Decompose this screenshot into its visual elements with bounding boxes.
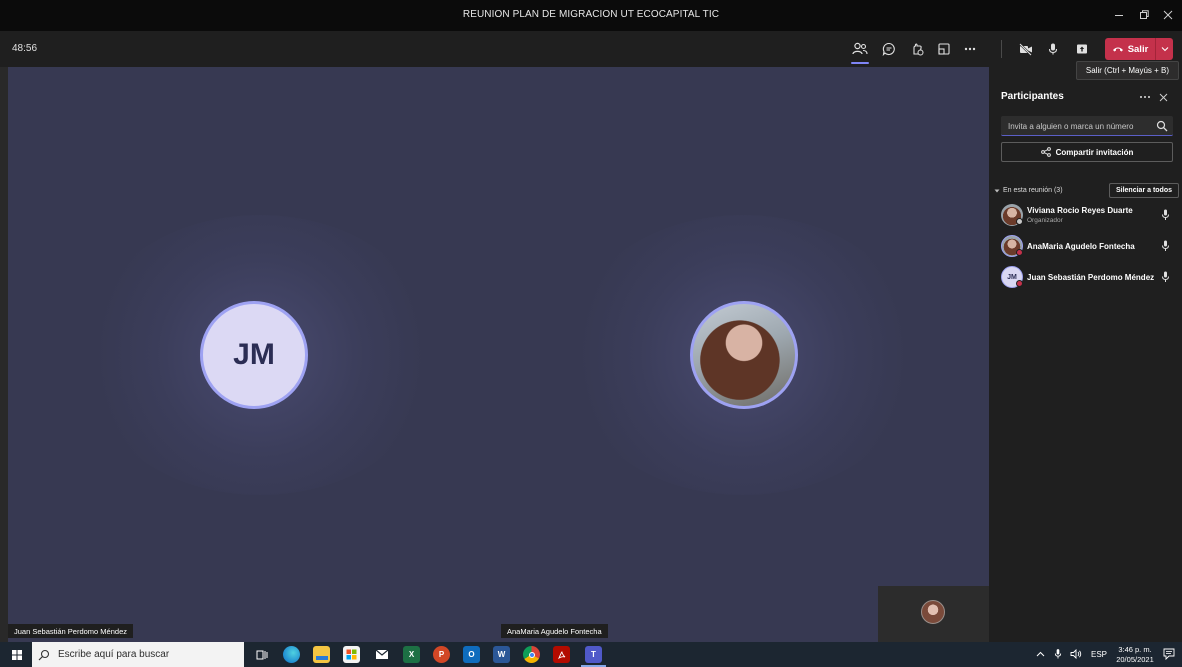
self-view[interactable]	[878, 586, 989, 642]
mic-icon[interactable]	[1054, 648, 1062, 662]
more-icon[interactable]	[1138, 91, 1152, 103]
language-indicator[interactable]: ESP	[1091, 650, 1107, 659]
more-icon[interactable]	[958, 37, 982, 61]
mic-icon	[1162, 240, 1169, 251]
taskbar-search[interactable]: Escribe aquí para buscar	[32, 642, 244, 667]
leave-label: Salir	[1127, 43, 1149, 55]
windows-start-icon[interactable]	[12, 650, 22, 660]
participant-avatar-photo[interactable]	[690, 301, 798, 409]
tile-name-label: Juan Sebastián Perdomo Méndez	[8, 624, 133, 638]
mute-all-button[interactable]: Silenciar a todos	[1109, 183, 1179, 198]
taskbar: Escribe aquí para buscar X P O W T ESP 3…	[0, 642, 1182, 667]
invite-input[interactable]	[1008, 116, 1148, 136]
participants-panel: Participantes Compartir invitación En es…	[989, 67, 1182, 642]
status-dot	[1016, 280, 1023, 287]
section-label: En esta reunión (3)	[1003, 187, 1063, 194]
participants-icon[interactable]	[848, 37, 872, 64]
leave-button-group: Salir	[1105, 38, 1173, 60]
acrobat-icon[interactable]	[553, 646, 570, 663]
store-icon[interactable]	[343, 646, 360, 663]
participant-row[interactable]: JM Juan Sebastián Perdomo Méndez	[1001, 265, 1176, 291]
meeting-timer: 48:56	[12, 43, 38, 54]
outlook-icon[interactable]: O	[463, 646, 480, 663]
close-icon[interactable]	[1157, 91, 1169, 103]
clock-time: 3:46 p. m.	[1118, 645, 1152, 654]
participant-name: Viviana Rocio Reyes Duarte	[1027, 206, 1133, 215]
mail-icon[interactable]	[373, 646, 390, 663]
share-invite-button[interactable]: Compartir invitación	[1001, 142, 1173, 162]
camera-off-icon[interactable]	[1014, 37, 1038, 61]
self-avatar	[921, 600, 945, 624]
word-icon[interactable]: W	[493, 646, 510, 663]
minimize-icon[interactable]	[1107, 4, 1131, 26]
leave-tooltip: Salir (Ctrl + Mayús + B)	[1076, 61, 1179, 80]
chevron-down-icon[interactable]	[1156, 38, 1173, 60]
chevron-up-icon[interactable]	[1036, 650, 1045, 659]
invite-field[interactable]	[1001, 116, 1173, 136]
edge-icon[interactable]	[283, 646, 300, 663]
status-dot	[1016, 218, 1023, 225]
leave-button[interactable]: Salir	[1105, 38, 1155, 60]
participant-role: Organizador	[1027, 217, 1063, 224]
video-stage: JM Juan Sebastián Perdomo Méndez AnaMari…	[8, 67, 989, 642]
participant-row[interactable]: Viviana Rocio Reyes Duarte Organizador	[1001, 203, 1176, 229]
toolbar-separator	[1001, 40, 1002, 58]
close-icon[interactable]	[1156, 4, 1180, 26]
taskbar-clock[interactable]: 3:46 p. m. 20/05/2021	[1110, 645, 1160, 665]
maximize-icon[interactable]	[1132, 4, 1156, 26]
chrome-icon[interactable]	[523, 646, 540, 663]
status-dot	[1016, 249, 1023, 256]
tile-name-label: AnaMaria Agudelo Fontecha	[501, 624, 608, 638]
hang-up-icon	[1112, 47, 1123, 52]
rooms-icon[interactable]	[932, 37, 956, 61]
file-explorer-icon[interactable]	[313, 646, 330, 663]
notifications-icon[interactable]	[1163, 648, 1175, 662]
excel-icon[interactable]: X	[403, 646, 420, 663]
chevron-down-icon	[994, 189, 1000, 192]
mic-icon[interactable]	[1041, 37, 1065, 61]
share-tray-icon[interactable]	[1070, 37, 1094, 61]
taskbar-search-placeholder: Escribe aquí para buscar	[58, 649, 170, 660]
panel-title: Participantes	[1001, 91, 1064, 102]
powerpoint-icon[interactable]: P	[433, 646, 450, 663]
mic-icon	[1162, 209, 1169, 220]
share-icon	[1040, 147, 1051, 157]
participant-row[interactable]: AnaMaria Agudelo Fontecha	[1001, 234, 1176, 260]
participant-name: Juan Sebastián Perdomo Méndez	[1027, 273, 1155, 282]
task-view-icon[interactable]	[253, 646, 270, 663]
reactions-icon[interactable]	[905, 37, 929, 61]
share-invite-label: Compartir invitación	[1055, 147, 1134, 157]
volume-icon[interactable]	[1070, 648, 1082, 661]
window-title: REUNION PLAN DE MIGRACION UT ECOCAPITAL …	[462, 9, 720, 20]
clock-date: 20/05/2021	[1116, 655, 1154, 664]
search-icon[interactable]	[1156, 120, 1168, 132]
chat-icon[interactable]	[877, 37, 901, 61]
participant-avatar-jm[interactable]: JM	[200, 301, 308, 409]
mic-icon	[1162, 271, 1169, 282]
teams-icon[interactable]: T	[581, 646, 606, 667]
meeting-toolbar: 48:56 Salir	[0, 31, 1182, 67]
section-toggle[interactable]: En esta reunión (3)	[994, 187, 1063, 194]
window-titlebar: REUNION PLAN DE MIGRACION UT ECOCAPITAL …	[0, 0, 1182, 31]
search-icon	[38, 649, 50, 660]
participant-name: AnaMaria Agudelo Fontecha	[1027, 242, 1135, 251]
